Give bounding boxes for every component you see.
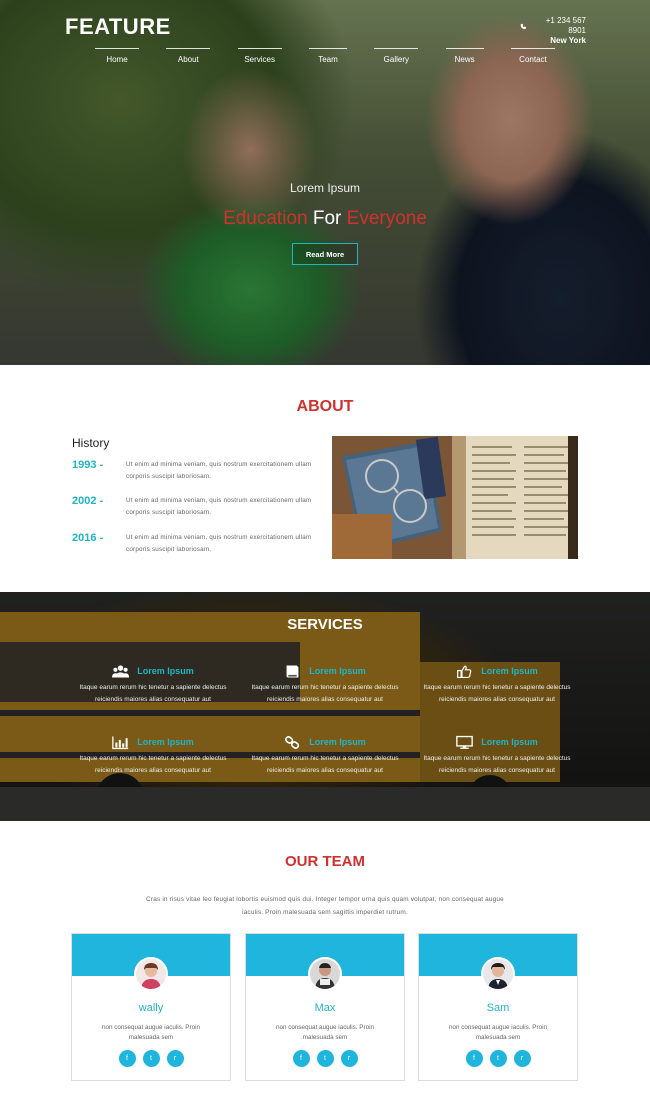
timeline-text: Ut enim ad minima veniam, quis nostrum e… (126, 497, 312, 516)
social-links: f t r (419, 1050, 577, 1067)
member-name: wally (138, 1002, 164, 1014)
timeline-text: Ut enim ad minima veniam, quis nostrum e… (126, 534, 312, 553)
services-title: SERVICES (287, 616, 363, 633)
member-name: Sam (486, 1002, 510, 1014)
book-icon (286, 665, 299, 677)
avatar (308, 957, 342, 991)
about-title: ABOUT (296, 398, 354, 415)
service-item: Lorem Ipsum Itaque earum rerum hic tenet… (78, 662, 228, 706)
link-icon (285, 735, 300, 749)
site-logo[interactable]: FEATURE (65, 14, 171, 40)
member-bio: non consequat augue iaculis. Proin males… (101, 1024, 201, 1041)
service-label: Lorem Ipsum (137, 737, 194, 747)
member-name: Max (314, 1002, 336, 1014)
services-section: SERVICES Lorem Ipsum Itaque earum rerum … (0, 592, 650, 821)
bar-chart-icon (112, 736, 129, 749)
service-text: Itaque earum rerum hic tenetur a sapient… (79, 755, 227, 774)
facebook-icon[interactable]: f (465, 1050, 483, 1067)
service-item: Lorem Ipsum Itaque earum rerum hic tenet… (250, 662, 400, 706)
timeline-year: 1993 - (72, 459, 104, 471)
phone-number: +1 234 567 8901 (545, 16, 586, 35)
hero-title-part3: Everyone (346, 208, 427, 229)
service-text: Itaque earum rerum hic tenetur a sapient… (423, 684, 571, 703)
timeline-item: 2016 - Ut enim ad minima veniam, quis no… (72, 532, 322, 556)
twitter-icon[interactable]: t (142, 1050, 160, 1067)
nav-home[interactable]: Home (95, 48, 139, 64)
service-text: Itaque earum rerum hic tenetur a sapient… (79, 684, 227, 703)
nav-news[interactable]: News (445, 48, 484, 64)
timeline-year: 2002 - (72, 495, 104, 507)
history-title: History (72, 436, 110, 450)
service-text: Itaque earum rerum hic tenetur a sapient… (251, 755, 399, 774)
hero-title-part1: Education (223, 208, 308, 229)
about-photo (332, 436, 578, 559)
nav-services[interactable]: Services (237, 48, 282, 64)
service-text: Itaque earum rerum hic tenetur a sapient… (251, 684, 399, 703)
service-label: Lorem Ipsum (481, 737, 538, 747)
member-bio: non consequat augue iaculis. Proin males… (448, 1024, 548, 1041)
team-card: wally non consequat augue iaculis. Proin… (71, 933, 231, 1081)
service-item: Lorem Ipsum Itaque earum rerum hic tenet… (422, 733, 572, 777)
rss-icon[interactable]: r (513, 1050, 531, 1067)
social-links: f t r (246, 1050, 404, 1067)
thumbs-up-icon (457, 665, 472, 678)
team-card: Sam non consequat augue iaculis. Proin m… (418, 933, 578, 1081)
service-item: Lorem Ipsum Itaque earum rerum hic tenet… (250, 733, 400, 777)
rss-icon[interactable]: r (340, 1050, 358, 1067)
nav-gallery[interactable]: Gallery (374, 48, 419, 64)
service-item: Lorem Ipsum Itaque earum rerum hic tenet… (422, 662, 572, 706)
nav-team[interactable]: Team (308, 48, 347, 64)
rss-icon[interactable]: r (166, 1050, 184, 1067)
timeline-item: 1993 - Ut enim ad minima veniam, quis no… (72, 459, 322, 483)
team-intro: Cras in risus vitae leo feugiat lobortis… (146, 896, 504, 916)
avatar (481, 957, 515, 991)
hero-subtitle: Lorem Ipsum (289, 181, 361, 195)
timeline-text: Ut enim ad minima veniam, quis nostrum e… (126, 461, 312, 480)
service-label: Lorem Ipsum (137, 666, 194, 676)
hero-banner: FEATURE +1 234 567 8901 New York Home Ab… (0, 0, 650, 365)
service-label: Lorem Ipsum (309, 666, 366, 676)
twitter-icon[interactable]: t (489, 1050, 507, 1067)
hero-title: Education For Everyone (0, 208, 650, 230)
service-label: Lorem Ipsum (309, 737, 366, 747)
timeline-item: 2002 - Ut enim ad minima veniam, quis no… (72, 495, 322, 519)
team-card: Max non consequat augue iaculis. Proin m… (245, 933, 405, 1081)
timeline-year: 2016 - (72, 532, 104, 544)
twitter-icon[interactable]: t (316, 1050, 334, 1067)
social-links: f t r (72, 1050, 230, 1067)
avatar (134, 957, 168, 991)
hero-title-part2: For (312, 208, 342, 229)
main-nav: Home About Services Team Gallery News Co… (95, 48, 555, 64)
team-title: OUR TEAM (285, 853, 365, 870)
facebook-icon[interactable]: f (292, 1050, 310, 1067)
contact-info: +1 234 567 8901 New York (520, 16, 586, 46)
books-glasses-image (332, 436, 578, 559)
service-text: Itaque earum rerum hic tenetur a sapient… (423, 755, 571, 774)
facebook-icon[interactable]: f (118, 1050, 136, 1067)
read-more-button[interactable]: Read More (292, 243, 358, 265)
service-item: Lorem Ipsum Itaque earum rerum hic tenet… (78, 733, 228, 777)
phone-icon (520, 23, 526, 29)
member-bio: non consequat augue iaculis. Proin males… (275, 1024, 375, 1041)
monitor-icon (456, 735, 474, 749)
service-label: Lorem Ipsum (481, 666, 538, 676)
nav-contact[interactable]: Contact (510, 48, 555, 64)
nav-about[interactable]: About (166, 48, 211, 64)
city-label: New York (550, 36, 586, 45)
users-icon (112, 664, 130, 677)
